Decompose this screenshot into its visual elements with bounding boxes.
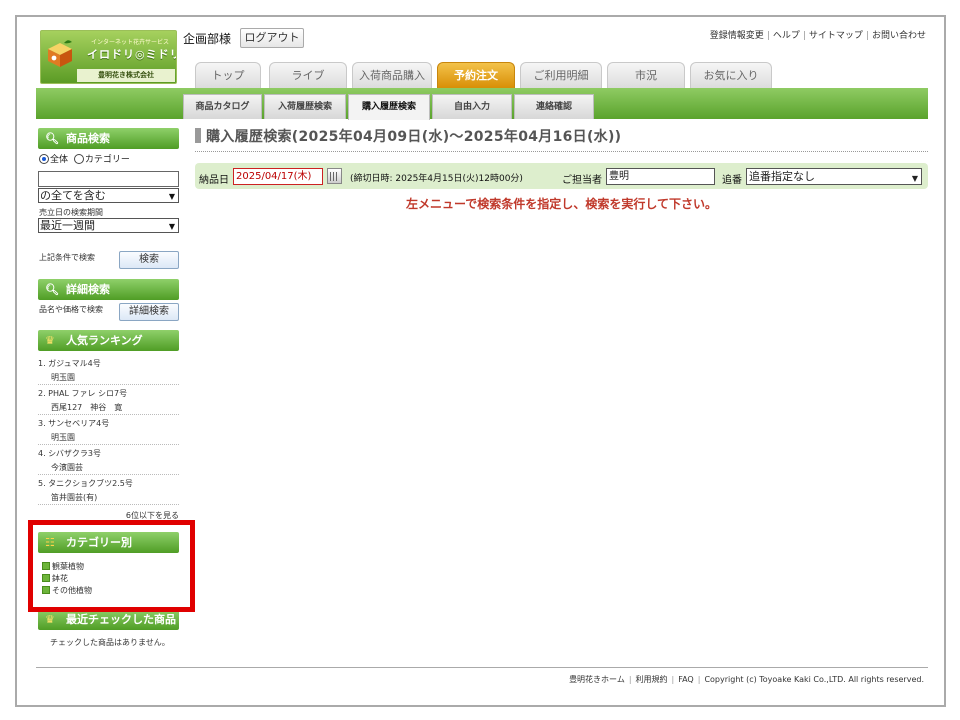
period-select[interactable]: 最近一週間 ▼	[38, 218, 179, 233]
keyword-input[interactable]	[38, 171, 179, 187]
divider	[38, 444, 179, 445]
tab-arrival-purchase[interactable]: 入荷商品購入	[352, 62, 432, 88]
divider	[38, 504, 179, 505]
footer-link-home[interactable]: 豊明花きホーム	[569, 675, 625, 684]
ranking-item[interactable]: 2. PHAL ファレ シロ7号西尾127 神谷 寛	[38, 388, 127, 413]
subtab-arrival-history[interactable]: 入荷履歴検索	[264, 94, 346, 119]
divider	[38, 384, 179, 385]
ranking-item-shop: 明玉園	[51, 373, 75, 382]
instruction-message: 左メニューで検索条件を指定し、検索を実行して下さい。	[406, 197, 717, 211]
calendar-icon[interactable]	[327, 168, 342, 184]
staff-input[interactable]: 豊明	[606, 168, 715, 185]
top-links: 登録情報変更 | ヘルプ | サイトマップ | お問い合わせ	[709, 31, 926, 41]
link-contact[interactable]: お問い合わせ	[872, 31, 926, 41]
ranking-header: ♛ 人気ランキング	[38, 330, 179, 351]
ranking-item[interactable]: 3. サンセベリア4号明玉園	[38, 418, 109, 443]
staff-label: ご担当者	[562, 175, 602, 186]
detail-search-title: 詳細検索	[66, 283, 110, 296]
ranking-item-name[interactable]: 1. ガジュマル4号	[38, 359, 101, 368]
recent-title: 最近チェックした商品	[66, 613, 176, 626]
tab-favorites[interactable]: お気に入り	[690, 62, 772, 88]
subtab-purchase-history[interactable]: 購入履歴検索	[348, 94, 430, 120]
radio-category-label: カテゴリー	[84, 155, 130, 165]
product-search-header: 🔍︎ 商品検索	[38, 128, 179, 149]
radio-all[interactable]	[39, 154, 49, 164]
tab-usage-details[interactable]: ご利用明細	[520, 62, 602, 88]
page-title: 購入履歴検索(2025年04月09日(水)～2025年04月16日(水))	[195, 126, 621, 146]
product-search-title: 商品検索	[66, 132, 110, 145]
link-sitemap[interactable]: サイトマップ	[809, 31, 863, 41]
crown-icon: ♛	[45, 613, 55, 626]
subtab-contact-check[interactable]: 連絡確認	[514, 94, 594, 119]
match-mode-select[interactable]: の全てを含む ▼	[38, 188, 179, 203]
detail-search-caption: 品名や価格で検索	[39, 305, 103, 314]
tab-live[interactable]: ライブ	[269, 62, 347, 88]
recent-header: ♛ 最近チェックした商品	[38, 609, 179, 630]
highlight-box	[28, 520, 195, 612]
subtab-free-input[interactable]: 自由入力	[432, 94, 512, 119]
delivery-date-label: 納品日	[199, 175, 229, 186]
divider	[38, 474, 179, 475]
seq-select[interactable]: 追番指定なし ▼	[746, 168, 922, 185]
copyright: Copyright (c) Toyoake Kaki Co.,LTD. All …	[704, 675, 924, 684]
ranking-item-name[interactable]: 5. タニクショクブツ2.5号	[38, 479, 133, 488]
ranking-item-shop: 明玉園	[51, 433, 75, 442]
crown-icon: ♛	[45, 334, 55, 347]
search-icon: 🔍︎	[45, 132, 59, 145]
tab-reservation[interactable]: 予約注文	[437, 62, 515, 88]
period-label: 売立日の検索期間	[39, 208, 103, 217]
link-account-settings[interactable]: 登録情報変更	[710, 31, 764, 41]
subtab-catalog[interactable]: 商品カタログ	[183, 94, 262, 119]
recent-empty-text: チェックした商品はありません。	[50, 638, 170, 647]
ranking-item[interactable]: 1. ガジュマル4号明玉園	[38, 358, 101, 383]
cube-logo-icon	[48, 40, 72, 67]
radio-all-label: 全体	[50, 155, 69, 165]
footer-link-terms[interactable]: 利用規約	[636, 675, 668, 684]
match-mode-value: の全てを含む	[40, 189, 106, 202]
divider	[195, 151, 928, 152]
ranking-item-shop: 西尾127 神谷 寛	[51, 403, 123, 412]
search-caption: 上記条件で検索	[39, 253, 95, 262]
delivery-date-input[interactable]: 2025/04/17(木)	[233, 168, 323, 185]
footer-divider	[36, 667, 928, 668]
detail-search-button[interactable]: 詳細検索	[119, 303, 179, 321]
logout-button[interactable]: ログアウト	[240, 28, 304, 48]
logo-company: 豊明花き株式会社	[77, 69, 175, 82]
seq-label: 追番	[722, 175, 742, 186]
deadline-text: (締切日時: 2025年4月15日(火)12時00分)	[350, 174, 523, 184]
search-scope: 全体 カテゴリー	[39, 152, 130, 165]
ranking-item-name[interactable]: 4. シバザクラ3号	[38, 449, 101, 458]
seq-value: 追番指定なし	[749, 170, 815, 183]
ranking-title: 人気ランキング	[66, 334, 143, 347]
ranking-item[interactable]: 4. シバザクラ3号 今濱園芸	[38, 448, 101, 473]
detail-search-header: 🔍︎ 詳細検索	[38, 279, 179, 300]
logo-name: イロドリ◎ミドリ	[87, 48, 177, 61]
user-name: 企画部様	[183, 32, 232, 46]
search-button[interactable]: 検索	[119, 251, 179, 269]
chevron-down-icon: ▼	[168, 222, 175, 231]
ranking-item-name[interactable]: 2. PHAL ファレ シロ7号	[38, 389, 127, 398]
tab-top[interactable]: トップ	[195, 62, 261, 88]
page-title-text: 購入履歴検索(2025年04月09日(水)～2025年04月16日(水))	[206, 129, 622, 145]
logo-subtitle: インターネット花卉サービス	[91, 39, 170, 46]
radio-category[interactable]	[73, 154, 84, 164]
chevron-down-icon: ▼	[911, 174, 918, 183]
footer: 豊明花きホーム | 利用規約 | FAQ | Copyright (c) Toyoake K…	[569, 675, 924, 684]
period-value: 最近一週間	[40, 219, 95, 232]
link-help[interactable]: ヘルプ	[773, 31, 800, 41]
chevron-down-icon: ▼	[168, 192, 175, 201]
ranking-item-name[interactable]: 3. サンセベリア4号	[38, 419, 109, 428]
title-marker	[195, 128, 201, 143]
divider	[38, 414, 179, 415]
footer-link-faq[interactable]: FAQ	[678, 675, 694, 684]
ranking-item-shop: 笛井園芸(有)	[51, 493, 98, 502]
ranking-item[interactable]: 5. タニクショクブツ2.5号笛井園芸(有)	[38, 478, 133, 503]
site-logo[interactable]: インターネット花卉サービス イロドリ◎ミドリ 豊明花き株式会社	[40, 30, 177, 84]
search-icon: 🔍︎	[45, 283, 59, 296]
tab-market[interactable]: 市況	[607, 62, 685, 88]
ranking-item-shop: 今濱園芸	[51, 463, 83, 472]
